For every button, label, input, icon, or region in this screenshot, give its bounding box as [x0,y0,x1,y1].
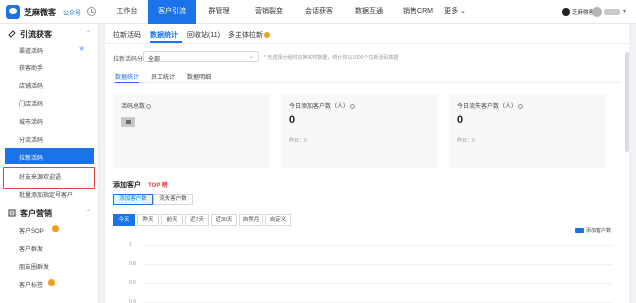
segment-added-customers[interactable]: 添加客户数 [113,194,153,205]
nav-customer-acquisition[interactable]: 客户引流 [148,0,196,24]
y-tick-label: 0.6 [129,280,136,286]
fire-icon [48,279,55,286]
subtab-data-details[interactable]: 数据明细 [187,72,211,81]
date-button-7-days[interactable]: 近7天 [185,214,209,226]
y-tick-label: 0.4 [129,299,136,303]
document-icon [8,209,16,217]
history-icon[interactable] [87,7,96,16]
info-icon[interactable] [146,103,152,109]
workspace-name[interactable]: 芝麻微客 [572,8,594,16]
nav-session-acquisition[interactable]: 会话获客 [296,0,342,24]
y-tick-label: 0.8 [129,261,136,267]
nav-group-management[interactable]: 群管理 [198,0,240,24]
group-select[interactable]: 全部 ⌄ [143,51,259,63]
date-button-today[interactable]: 今天 [113,214,135,226]
fire-icon [52,225,59,232]
chevron-down-icon[interactable]: ▾ [623,8,626,15]
sidebar-item-acquisition-assistant[interactable]: 获客助手 [0,58,99,74]
sidebar-item-customer-broadcast[interactable]: 客户群发 [0,239,99,255]
stat-card-added-today: 今日添加客户数（人） 0 昨日：0 [281,94,438,168]
date-button-30-days[interactable]: 近30天 [211,214,237,226]
date-button-custom[interactable]: 自定义 [265,214,291,226]
top-badge[interactable]: TOP 榜 [148,180,168,189]
stat-yesterday: 昨日：0 [289,138,307,144]
chevron-up-icon: ⌃ [86,31,92,37]
fire-icon [264,32,270,39]
sidebar-item-split-code[interactable]: 分流活码 [0,130,99,146]
sidebar-item-store-code[interactable]: 店铺活码 [0,76,99,92]
nav-data-interconnect[interactable]: 数据互通 [346,0,392,24]
sidebar-item-customer-sop[interactable]: 客户SOP [0,221,99,237]
sidebar-item-moments-broadcast[interactable]: 朋友圈群发 [0,257,99,273]
brand-tag-link[interactable]: 公众号 [63,8,81,17]
stat-card-total-codes: 活码总数 [113,94,270,168]
date-button-day-before[interactable]: 前天 [161,214,183,226]
stat-card-lost-today: 今日流失客户数（人） 0 昨日：0 [449,94,606,168]
star-icon[interactable]: ★ [78,44,85,53]
main-content: 拉新活码 数据统计 回收站(11) 多主体拉新 拉新活码分组: 全部 ⌄ * 无… [99,24,636,303]
nav-marketing-fission[interactable]: 营销裂变 [246,0,292,24]
chevron-up-icon: ⌃ [86,210,92,216]
avatar[interactable] [592,7,602,17]
sidebar: 引流获客 ⌃ 渠道活码 ★ 获客助手 店铺活码 门店活码 城市活码 分流活码 拉… [0,24,99,303]
stat-title: 今日添加客户数（人） [289,101,356,110]
nav-more[interactable]: 更多 ⌄ [440,0,470,24]
add-customer-title: 添加客户 [113,182,141,189]
stats-subtabs: 数据统计 员工统计 数据明细 [113,70,621,83]
sidebar-group-acquisition[interactable]: 引流获客 ⌃ [0,28,99,41]
user-name-redacted [604,9,620,15]
tab-recycle-bin[interactable]: 回收站(11) [187,30,220,40]
top-bar: 芝麻微客 公众号 工作台 客户引流 群管理 营销裂变 会话获客 数据互通 销售C… [0,0,636,24]
tab-data-statistics[interactable]: 数据统计 [150,30,178,40]
tab-new-customer-code[interactable]: 拉新活码 [113,30,141,40]
stat-yesterday: 昨日：0 [457,138,475,144]
stat-value: 0 [289,114,296,126]
sidebar-item-shop-code[interactable]: 门店活码 [0,94,99,110]
date-button-natural-month[interactable]: 自然月 [239,214,263,226]
workspace-icon [562,8,570,16]
link-icon [8,30,16,38]
highlight-annotation [3,167,95,189]
legend-label[interactable]: 添加客户数 [586,227,611,234]
sidebar-item-channel-code[interactable]: 渠道活码 ★ [0,41,99,57]
stat-value: 0 [457,114,464,126]
gridline [143,264,613,265]
sidebar-group-marketing[interactable]: 客户营销 ⌃ [0,207,99,220]
gridline [143,283,613,284]
content-panel: 拉新活码 数据统计 回收站(11) 多主体拉新 拉新活码分组: 全部 ⌄ * 无… [105,24,629,303]
logo-icon [6,5,20,19]
sidebar-item-city-code[interactable]: 城市活码 [0,112,99,128]
stat-title: 活码总数 [121,101,152,110]
date-button-yesterday[interactable]: 昨天 [137,214,159,226]
stat-title: 今日流失客户数（人） [457,101,524,110]
brand-name: 芝麻微客 [24,8,56,17]
nav-workbench[interactable]: 工作台 [108,0,146,24]
gridline [143,245,613,246]
filter-hint: * 无选择分组时切换实时数据，统计将以1000个拉新活码数据 [264,55,399,61]
subtab-data-statistics[interactable]: 数据统计 [115,72,139,81]
legend-swatch[interactable] [575,228,584,233]
chevron-down-icon: ⌄ [248,54,254,60]
tab-multi-entity[interactable]: 多主体拉新 [228,30,270,40]
divider [105,43,629,44]
subtab-employee-statistics[interactable]: 员工统计 [151,72,175,81]
active-subtab-indicator [115,82,139,83]
info-icon[interactable] [350,103,356,109]
sidebar-item-new-customer-code[interactable]: 拉新活码 [5,148,94,164]
sidebar-item-customer-tags[interactable]: 客户标签 [0,275,99,291]
segment-lost-customers[interactable]: 流失客户数 [153,194,193,205]
y-tick-label: 1 [129,242,132,248]
stat-value-redacted [121,117,135,127]
info-icon[interactable] [518,103,524,109]
scrollbar[interactable] [625,52,629,152]
nav-sales-crm[interactable]: 销售CRM [396,0,440,24]
